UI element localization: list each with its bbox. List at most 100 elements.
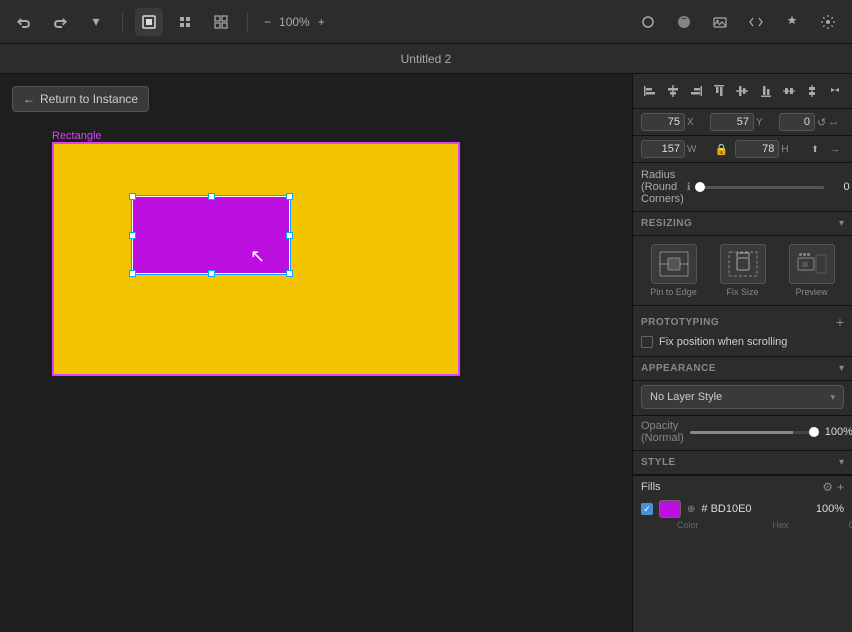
- canvas-area[interactable]: ← Return to Instance Rectangle ↖: [0, 74, 632, 632]
- y-field-group: 57 Y: [710, 113, 775, 131]
- component-tool[interactable]: [171, 8, 199, 36]
- fill-color-swatch[interactable]: [659, 500, 681, 518]
- radius-label: Radius (Round Corners): [641, 169, 684, 205]
- resizing-section-header[interactable]: RESIZING ▾: [633, 212, 852, 236]
- zoom-minus[interactable]: −: [260, 13, 275, 31]
- redo-button[interactable]: [46, 8, 74, 36]
- settings-tool[interactable]: [814, 8, 842, 36]
- align-center-h-button[interactable]: [662, 80, 683, 102]
- y-input[interactable]: 57: [710, 113, 754, 131]
- zoom-control[interactable]: − 100% +: [260, 13, 329, 31]
- x-input[interactable]: 75: [641, 113, 685, 131]
- undo-button[interactable]: [10, 8, 38, 36]
- handle-bottom-middle[interactable]: [208, 270, 215, 277]
- alignment-row: [633, 74, 852, 109]
- preview-option[interactable]: Preview: [779, 244, 844, 297]
- width-input[interactable]: [641, 140, 685, 158]
- code-tool[interactable]: [742, 8, 770, 36]
- appearance-title: APPEARANCE: [641, 363, 839, 374]
- title-bar: Untitled 2: [0, 44, 852, 74]
- position-row: 75 X 57 Y 0 ↺ ↔: [633, 109, 852, 136]
- opacity-value: 100%: [825, 426, 852, 438]
- no-layer-style-arrow: ▾: [830, 392, 835, 403]
- mask-tool[interactable]: [670, 8, 698, 36]
- style-arrow: ▾: [839, 457, 844, 468]
- fill-opacity-col-label: Opacity: [849, 520, 852, 530]
- fills-header: Fills ⚙ +: [641, 480, 844, 494]
- flip-h-icon[interactable]: ↔: [828, 116, 839, 128]
- frame-label: Rectangle: [52, 130, 102, 142]
- rotate-button[interactable]: →: [826, 140, 844, 158]
- radius-info-icon[interactable]: ℹ: [687, 182, 691, 193]
- canvas-frame: [52, 142, 460, 376]
- opacity-slider[interactable]: [690, 431, 819, 434]
- distribute-v-button[interactable]: [802, 80, 823, 102]
- fill-row: ⊕ # BD10E0 100%: [641, 498, 844, 520]
- handle-top-left[interactable]: [129, 193, 136, 200]
- flip-button[interactable]: ⬆: [806, 140, 824, 158]
- grid-tool[interactable]: [207, 8, 235, 36]
- fill-opacity-value: 100%: [814, 503, 844, 515]
- radius-slider[interactable]: [695, 186, 824, 189]
- style-header[interactable]: STYLE ▾: [633, 451, 852, 475]
- handle-middle-left[interactable]: [129, 232, 136, 239]
- align-right-button[interactable]: [685, 80, 706, 102]
- fills-add-icon[interactable]: +: [837, 480, 844, 494]
- prototyping-add-button[interactable]: +: [836, 314, 844, 330]
- handle-bottom-right[interactable]: [286, 270, 293, 277]
- fix-size-label: Fix Size: [726, 287, 758, 297]
- style-title: STYLE: [641, 457, 839, 468]
- h-field-group: H: [735, 140, 802, 158]
- opacity-row: Opacity (Normal) 100%: [633, 416, 852, 451]
- align-middle-v-button[interactable]: [732, 80, 753, 102]
- handle-middle-right[interactable]: [286, 232, 293, 239]
- prototyping-header: PROTOTYPING +: [641, 314, 844, 330]
- fix-position-checkbox[interactable]: [641, 336, 653, 348]
- fills-settings-icon[interactable]: ⚙: [822, 480, 833, 494]
- preview-label: Preview: [795, 287, 827, 297]
- fills-title: Fills: [641, 481, 822, 493]
- radius-value: 0: [830, 181, 850, 193]
- flip-icon[interactable]: ↺: [817, 116, 826, 129]
- appearance-header[interactable]: APPEARANCE ▾: [633, 357, 852, 381]
- opacity-label: Opacity (Normal): [641, 420, 684, 444]
- return-to-instance-button[interactable]: ← Return to Instance: [12, 86, 149, 112]
- rotation-input[interactable]: 0: [779, 113, 815, 131]
- zoom-plus[interactable]: +: [314, 13, 329, 31]
- align-left-button[interactable]: [639, 80, 660, 102]
- align-bottom-button[interactable]: [755, 80, 776, 102]
- image-tool[interactable]: [706, 8, 734, 36]
- selected-rectangle[interactable]: [132, 196, 290, 274]
- main-area: ← Return to Instance Rectangle ↖: [0, 74, 852, 632]
- size-row: W 🔒 H ⬆ →: [633, 136, 852, 163]
- top-toolbar: ▾ − 100% +: [0, 0, 852, 44]
- handle-top-right[interactable]: [286, 193, 293, 200]
- handle-top-middle[interactable]: [208, 193, 215, 200]
- fills-section: Fills ⚙ + ⊕ # BD10E0 100% Color Hex Opac…: [633, 476, 852, 536]
- height-input[interactable]: [735, 140, 779, 158]
- x-label: X: [687, 117, 699, 128]
- fills-icons: ⚙ +: [822, 480, 844, 494]
- flip-h-button[interactable]: [825, 80, 846, 102]
- plugin-tool[interactable]: [778, 8, 806, 36]
- redo-dropdown[interactable]: ▾: [82, 8, 110, 36]
- y-label: Y: [756, 117, 768, 128]
- aspect-lock-icon[interactable]: 🔒: [712, 143, 732, 156]
- fix-position-label: Fix position when scrolling: [659, 336, 787, 348]
- align-top-button[interactable]: [709, 80, 730, 102]
- handle-bottom-left[interactable]: [129, 270, 136, 277]
- resizing-options-container: Pin to Edge Fix Size: [633, 236, 852, 306]
- fix-size-option[interactable]: Fix Size: [710, 244, 775, 297]
- shape-tool[interactable]: [634, 8, 662, 36]
- pin-to-edge-option[interactable]: Pin to Edge: [641, 244, 706, 297]
- style-section: STYLE ▾: [633, 451, 852, 476]
- distribute-h-button[interactable]: [778, 80, 799, 102]
- fill-enabled-checkbox[interactable]: [641, 503, 653, 515]
- fill-dropper-icon[interactable]: ⊕: [687, 504, 695, 515]
- x-field-group: 75 X: [641, 113, 706, 131]
- separator-2: [247, 12, 248, 32]
- resizing-arrow: ▾: [839, 218, 844, 229]
- no-layer-style-dropdown[interactable]: No Layer Style ▾: [641, 385, 844, 409]
- r-field-group: 0 ↺ ↔: [779, 113, 844, 131]
- select-tool[interactable]: [135, 8, 163, 36]
